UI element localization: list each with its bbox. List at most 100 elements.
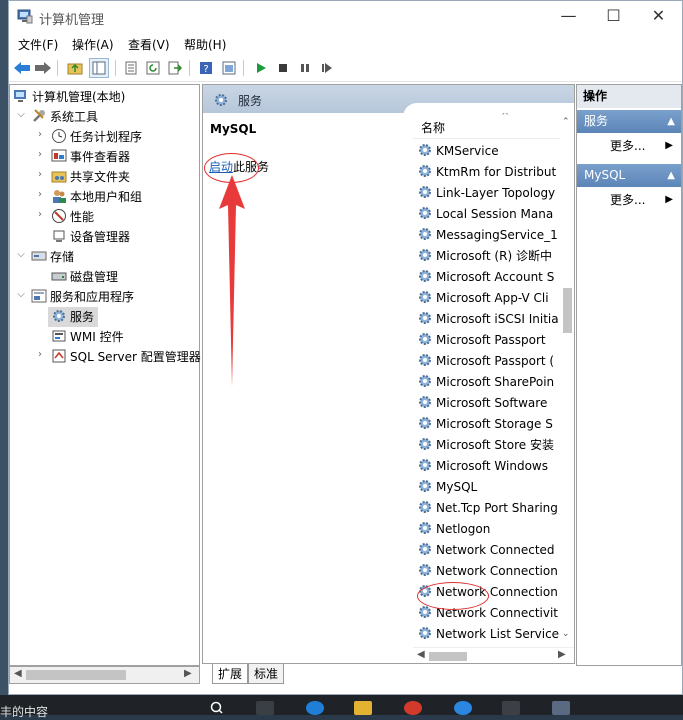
maximize-button[interactable]: ☐: [591, 1, 636, 32]
service-row[interactable]: KtmRm for Distribut: [413, 162, 560, 183]
scroll-left-icon[interactable]: ◀: [417, 649, 425, 660]
minimize-button[interactable]: —: [546, 1, 591, 32]
actions-more-mysql[interactable]: 更多... ▶: [577, 189, 681, 211]
tree-item-wmi[interactable]: WMI 控件: [51, 327, 124, 347]
start-service-icon[interactable]: [251, 58, 271, 78]
actions-section-mysql[interactable]: MySQL ▲: [577, 164, 681, 187]
service-row[interactable]: Microsoft Account S: [413, 267, 560, 288]
chevron-down-icon[interactable]: ⌵: [16, 289, 26, 300]
service-row[interactable]: Net.Tcp Port Sharing: [413, 498, 560, 519]
tree-root[interactable]: 计算机管理(本地): [13, 87, 125, 107]
back-icon[interactable]: [12, 58, 32, 78]
app-taskbar-icon[interactable]: [404, 701, 422, 715]
service-row[interactable]: Microsoft Passport: [413, 330, 560, 351]
browser-taskbar-icon[interactable]: [454, 701, 472, 715]
collapse-icon[interactable]: ▲: [667, 110, 675, 133]
chevron-right-icon[interactable]: ›: [35, 149, 45, 160]
restart-service-icon[interactable]: [317, 58, 337, 78]
show-tree-icon[interactable]: [89, 58, 109, 78]
computer-management-taskbar-icon[interactable]: [552, 701, 570, 715]
scroll-left-icon[interactable]: ◀: [14, 668, 22, 679]
scroll-right-icon[interactable]: ▶: [558, 649, 566, 660]
tree-item-event-viewer[interactable]: 事件查看器: [51, 147, 130, 167]
service-row[interactable]: Microsoft SharePoin: [413, 372, 560, 393]
service-row[interactable]: Microsoft Store 安装: [413, 435, 560, 456]
menu-action[interactable]: 操作(A): [72, 36, 114, 53]
tree-item-label: 共享文件夹: [70, 170, 131, 184]
chevron-down-icon[interactable]: ⌵: [16, 109, 26, 120]
properties-icon[interactable]: [121, 58, 141, 78]
forward-icon[interactable]: [33, 58, 53, 78]
service-row[interactable]: Netlogon: [413, 519, 560, 540]
services-list-header[interactable]: 名称 ^: [413, 113, 560, 139]
toolbar: ?: [9, 54, 682, 82]
tree-item-performance[interactable]: 性能: [51, 207, 94, 227]
actions-section-label: 服务: [584, 114, 609, 128]
service-row[interactable]: Network List Service: [413, 624, 560, 645]
service-row[interactable]: Local Session Mana: [413, 204, 560, 225]
menu-view[interactable]: 查看(V): [128, 36, 170, 53]
refresh-icon[interactable]: [143, 58, 163, 78]
actions-section-services[interactable]: 服务 ▲: [577, 110, 681, 133]
tree-item-storage[interactable]: 存储: [31, 247, 74, 267]
chevron-down-icon[interactable]: ⌵: [16, 249, 26, 260]
service-row[interactable]: Microsoft Software: [413, 393, 560, 414]
tree-item-system-tools[interactable]: 系统工具: [31, 107, 98, 127]
scroll-up-icon[interactable]: ⌃: [562, 117, 570, 127]
tab-standard[interactable]: 标准: [248, 664, 285, 684]
chevron-right-icon[interactable]: ›: [35, 349, 45, 360]
service-row[interactable]: Microsoft App-V Cli: [413, 288, 560, 309]
service-row[interactable]: Network Connected: [413, 540, 560, 561]
tree-item-task-scheduler[interactable]: 任务计划程序: [51, 127, 142, 147]
column-header-name[interactable]: 名称: [421, 119, 445, 136]
help-icon[interactable]: ?: [196, 58, 216, 78]
tree-horizontal-scrollbar[interactable]: ◀ ▶: [9, 666, 200, 684]
service-row[interactable]: Microsoft iSCSI Initia: [413, 309, 560, 330]
tree-item-disk-management[interactable]: 磁盘管理: [51, 267, 118, 287]
menu-file[interactable]: 文件(F): [18, 36, 58, 53]
collapse-icon[interactable]: ▲: [667, 164, 675, 187]
settings-taskbar-icon[interactable]: [502, 701, 520, 715]
tree-item-services-apps[interactable]: 服务和应用程序: [31, 287, 134, 307]
tree-item-shared-folders[interactable]: 共享文件夹: [51, 167, 130, 187]
menu-help[interactable]: 帮助(H): [184, 36, 226, 53]
view-icon[interactable]: [219, 58, 239, 78]
tree-item-services-selected[interactable]: 服务: [48, 307, 99, 327]
tree-item-local-users[interactable]: 本地用户和组: [51, 187, 142, 207]
title-bar[interactable]: 计算机管理 — ☐ ✕: [9, 1, 682, 32]
services-vertical-scrollbar[interactable]: ⌃ ⌄: [560, 113, 574, 647]
chevron-right-icon[interactable]: ›: [35, 189, 45, 200]
pause-service-icon[interactable]: [295, 58, 315, 78]
scroll-thumb[interactable]: [563, 288, 572, 333]
export-icon[interactable]: [165, 58, 185, 78]
service-row[interactable]: KMService: [413, 141, 560, 162]
service-row[interactable]: Microsoft Storage S: [413, 414, 560, 435]
scroll-thumb[interactable]: [26, 670, 126, 680]
scroll-down-icon[interactable]: ⌄: [562, 629, 570, 639]
service-row[interactable]: Network Connection: [413, 561, 560, 582]
up-folder-icon[interactable]: [65, 58, 85, 78]
service-row[interactable]: Link-Layer Topology: [413, 183, 560, 204]
tree-item-device-manager[interactable]: 设备管理器: [51, 227, 130, 247]
service-row[interactable]: Microsoft Passport (: [413, 351, 560, 372]
scroll-thumb[interactable]: [429, 652, 467, 661]
service-row[interactable]: MessagingService_1: [413, 225, 560, 246]
services-horizontal-scrollbar[interactable]: ◀ ▶: [413, 647, 574, 663]
chevron-right-icon[interactable]: ›: [35, 209, 45, 220]
search-taskbar-icon[interactable]: [208, 701, 226, 715]
scroll-right-icon[interactable]: ▶: [184, 668, 192, 679]
chevron-right-icon[interactable]: ›: [35, 169, 45, 180]
actions-more-services[interactable]: 更多... ▶: [577, 135, 681, 157]
task-view-taskbar-icon[interactable]: [256, 701, 274, 715]
tree-item-sql-config[interactable]: SQL Server 配置管理器: [51, 347, 201, 367]
edge-taskbar-icon[interactable]: [306, 701, 324, 715]
storage-icon: [31, 251, 47, 261]
close-button[interactable]: ✕: [636, 1, 681, 32]
service-row[interactable]: MySQL: [413, 477, 560, 498]
explorer-taskbar-icon[interactable]: [354, 701, 372, 715]
service-row[interactable]: Microsoft Windows: [413, 456, 560, 477]
chevron-right-icon[interactable]: ›: [35, 129, 45, 140]
service-row[interactable]: Microsoft (R) 诊断中: [413, 246, 560, 267]
tab-extended[interactable]: 扩展: [212, 664, 249, 684]
stop-service-icon[interactable]: [273, 58, 293, 78]
